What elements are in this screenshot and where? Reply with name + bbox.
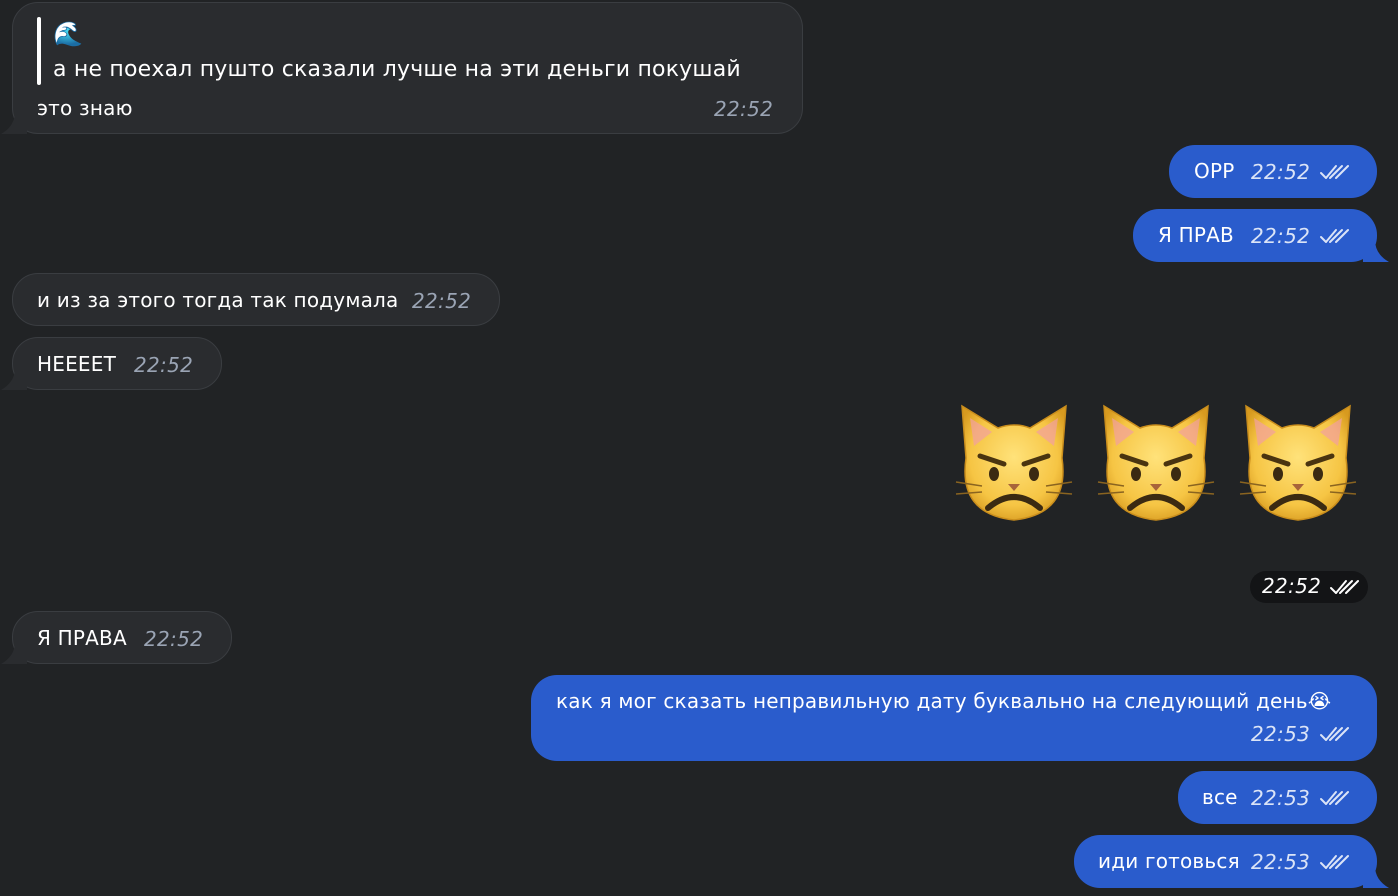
incoming-message[interactable]: и из за этого тогда так подумала 22:52 [12,273,500,326]
message-time: 22:52 [412,289,472,313]
message-text: как я мог сказать неправильную дату букв… [556,689,1332,713]
message-text: Я ПРАВ [1158,223,1234,247]
outgoing-message[interactable]: как я мог сказать неправильную дату букв… [531,675,1377,761]
bubble-tail [1363,866,1389,888]
bubble-tail [1,368,27,390]
quote-emoji: 🌊 [53,20,84,48]
quote-bar [37,17,41,85]
outgoing-message[interactable]: все 22:53 [1178,771,1377,824]
read-checkmarks-icon [1319,724,1349,744]
bubble-tail [1363,240,1389,262]
message-time: 22:53 [1251,786,1311,810]
message-time: 22:52 [1251,160,1311,184]
pouting-cat-icon [1236,396,1360,526]
message-text: и из за этого тогда так подумала [37,288,399,312]
outgoing-message[interactable]: Я ПРАВ 22:52 [1133,209,1377,262]
message-text: ОРР [1194,159,1235,183]
message-time: 22:52 [144,627,204,651]
chat-history[interactable]: 🌊 а не поехал пушто сказали лучше на эти… [0,0,1398,896]
outgoing-message[interactable]: иди готовься 22:53 [1074,835,1377,888]
pouting-cat-icon [1094,396,1218,526]
message-time: 22:53 [1251,722,1311,746]
read-checkmarks-icon [1329,577,1359,597]
message-text: это знаю [37,96,133,120]
read-checkmarks-icon [1319,226,1349,246]
message-time: 22:52 [1251,224,1311,248]
outgoing-emoji-message[interactable] [950,392,1370,532]
message-text: Я ПРАВА [37,626,127,650]
read-checkmarks-icon [1319,162,1349,182]
emoji-time-chip: 22:52 [1250,571,1368,603]
message-text: НЕЕЕЕТ [37,352,117,376]
read-checkmarks-icon [1319,788,1349,808]
bubble-tail [1,642,27,664]
incoming-message[interactable]: Я ПРАВА 22:52 [12,611,232,664]
quote-text: а не поехал пушто сказали лучше на эти д… [53,57,741,82]
message-time: 22:53 [1251,850,1311,874]
pouting-cat-icon [952,396,1076,526]
message-time: 22:52 [134,353,194,377]
incoming-message-reply[interactable]: 🌊 а не поехал пушто сказали лучше на эти… [12,2,803,134]
incoming-message[interactable]: НЕЕЕЕТ 22:52 [12,337,222,390]
outgoing-message[interactable]: ОРР 22:52 [1169,145,1377,198]
message-text: иди готовься [1098,849,1240,873]
read-checkmarks-icon [1319,852,1349,872]
message-time: 22:52 [1262,574,1322,598]
message-text: все [1202,785,1238,809]
message-time: 22:52 [714,97,774,121]
bubble-tail [1,112,27,134]
